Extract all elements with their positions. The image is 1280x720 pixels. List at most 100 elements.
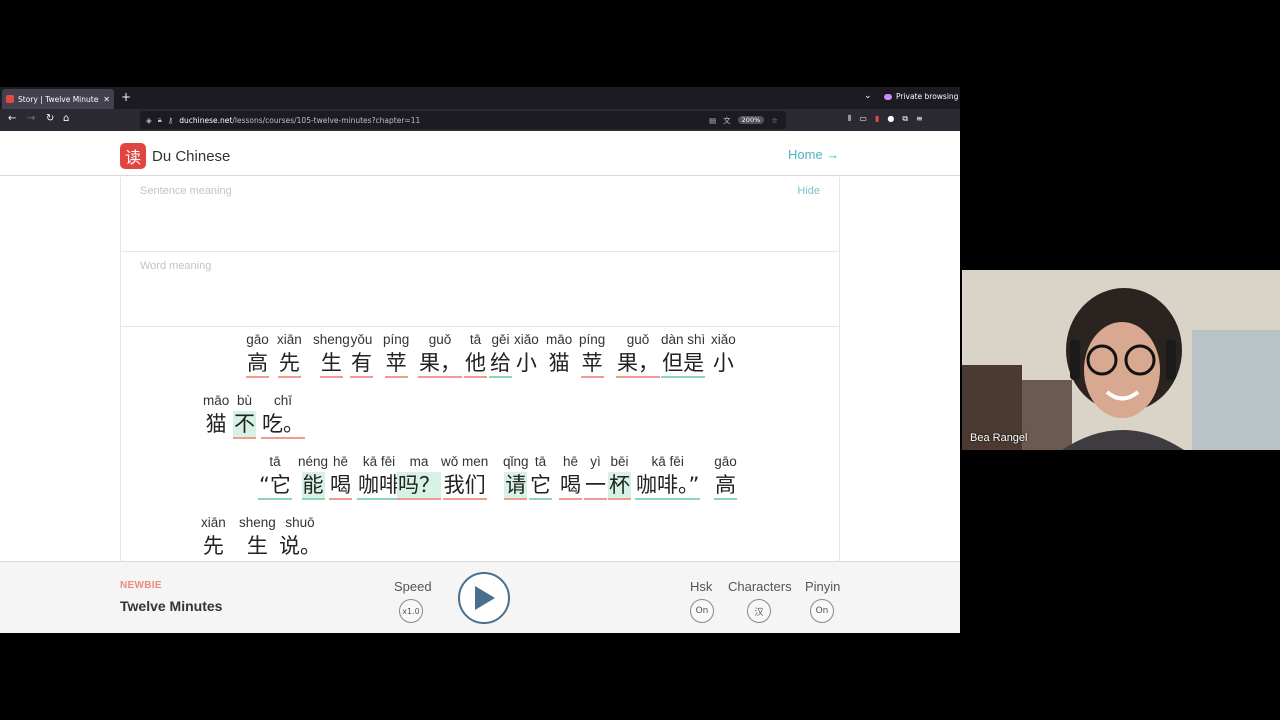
story-word[interactable]: chī 吃。 [261,393,305,439]
pinyin-text: chī [273,393,292,408]
url-bar[interactable]: ◈ 🔒︎ ⚷ duchinese.net/lessons/courses/105… [140,111,786,129]
characters-toggle[interactable]: 汉 [747,599,771,623]
story-word[interactable]: guǒ 果， [418,332,462,378]
home-link[interactable]: Home → [788,147,839,162]
story-word[interactable]: sheng 生 [239,515,276,559]
story-word[interactable]: qǐng 请 [503,454,529,500]
pinyin-text: bù [236,393,253,408]
hanzi-text: 猫 [548,351,570,375]
story-word[interactable]: māo 猫 [203,393,229,437]
home-icon[interactable]: ⌂ [63,113,69,124]
story-word[interactable]: kā fēi 咖啡 [357,454,401,500]
extensions-icon[interactable]: ⧉ [902,114,908,124]
speed-label: Speed [394,579,432,594]
story-word[interactable]: hē 喝 [329,454,352,500]
hanzi-text: 能 [301,472,325,500]
story-word[interactable]: tā “它 [258,454,292,500]
forward-icon[interactable]: → [27,113,35,124]
browser-tab[interactable]: Story | Twelve Minutes | D ✕ [2,89,114,109]
pinyin-text: tā [534,454,547,469]
back-icon[interactable]: ← [8,113,16,124]
story-word[interactable]: kā fēi 咖啡。” [635,454,701,500]
story-word[interactable]: māo 猫 [546,332,572,376]
bookmark-star-icon[interactable]: ☆ [771,116,778,125]
menu-icon[interactable]: ≡ [916,114,923,124]
story-word[interactable]: ma 吗？ [397,454,441,500]
story-word[interactable]: gāo 高 [714,454,737,500]
story-word[interactable]: gěi 给 [489,332,512,378]
pinyin-label: Pinyin [805,579,841,594]
hanzi-text: 苹 [384,350,408,378]
close-tab-icon[interactable]: ✕ [103,95,110,104]
story-word[interactable]: tā 他 [464,332,487,378]
story-word[interactable]: shuō 说。 [278,515,322,559]
sidebar-icon[interactable]: ▭ [859,114,867,124]
story-word[interactable]: píng 苹 [579,332,605,378]
story-word[interactable]: xiān 先 [277,332,302,378]
hanzi-text: 有 [350,350,373,378]
sentence-meaning-label: Sentence meaning [140,185,232,197]
story-word[interactable]: yǒu 有 [350,332,373,378]
tab-bar: Story | Twelve Minutes | D ✕ + ⌄ Private… [0,87,960,109]
pinyin-text: tā [269,454,281,469]
chevron-down-icon[interactable]: ⌄ [864,91,872,101]
private-browsing-indicator: Private browsing [884,92,958,101]
story-word[interactable]: píng 苹 [383,332,409,378]
hanzi-text: 果， [418,350,462,378]
hanzi-text: 给 [489,350,512,378]
pinyin-text: píng [383,332,410,347]
translate-icon[interactable]: 文 [723,115,731,126]
shield-icon[interactable]: ◈ [146,116,152,125]
hsk-toggle[interactable]: On [690,599,714,623]
story-word[interactable]: xiān 先 [201,515,226,559]
extension-icon[interactable]: ▮ [875,114,879,124]
hanzi-text: 他 [464,350,487,378]
story-word[interactable]: bēi 杯 [608,454,631,500]
story-word[interactable]: guǒ 果， [616,332,660,378]
level-label: NEWBIE [120,580,162,591]
zoom-badge[interactable]: 200% [737,116,765,124]
library-icon[interactable]: ⫴ [848,114,851,124]
reload-icon[interactable]: ↻ [46,113,54,124]
hanzi-text: “它 [258,472,292,500]
hanzi-text: 小 [515,351,537,375]
story-word[interactable]: xiǎo 小 [514,332,539,376]
pinyin-text: kā fēi [651,454,684,469]
brand-name[interactable]: Du Chinese [152,148,230,165]
lock-icon[interactable]: 🔒︎ [158,115,162,125]
hide-button[interactable]: Hide [797,185,820,197]
private-browsing-label: Private browsing [896,92,959,101]
pinyin-text: wǒ men [441,454,489,469]
du-chinese-logo-icon[interactable]: 读 [120,143,146,169]
story-word[interactable]: wǒ men 我们 [441,454,488,500]
story-word[interactable]: yì 一 [584,454,607,500]
story-word[interactable]: dàn shì 但是 [661,332,705,378]
reader-view-icon[interactable]: ▤ [709,116,716,125]
hanzi-text: 生 [319,350,343,378]
pinyin-text: tā [469,332,482,347]
story-text: gāo 高 xiān 先 sheng 生 yǒu 有 píng 苹 guǒ 果， tā 他 gěi 给 xiǎo… [120,327,840,565]
story-word[interactable]: hē 喝 [559,454,582,500]
pinyin-text: māo [203,393,230,408]
story-word[interactable]: sheng 生 [313,332,350,378]
url-path: /lessons/courses/105-twelve-minutes?chap… [232,115,421,125]
play-button[interactable] [458,572,510,624]
story-word[interactable]: gāo 高 [246,332,269,378]
pinyin-text: bēi [610,454,629,469]
story-word[interactable]: tā 它 [529,454,552,500]
account-icon[interactable]: ● [887,114,894,124]
story-word[interactable]: xiǎo 小 [711,332,736,376]
new-tab-button[interactable]: + [121,90,131,104]
pinyin-text: ma [409,454,429,469]
pinyin-toggle[interactable]: On [810,599,834,623]
story-title: Twelve Minutes [120,598,223,614]
pinyin-text: guǒ [626,332,650,347]
pinyin-text: sheng [239,515,276,530]
webcam-feed [962,270,1280,450]
pinyin-text: kā fēi [362,454,396,469]
speed-button[interactable]: x1.0 [399,599,423,623]
pinyin-text: guǒ [428,332,452,347]
story-word[interactable]: bù 不 [233,393,256,439]
site-header: 读 Du Chinese Home → [0,131,960,176]
story-word[interactable]: néng 能 [298,454,328,500]
